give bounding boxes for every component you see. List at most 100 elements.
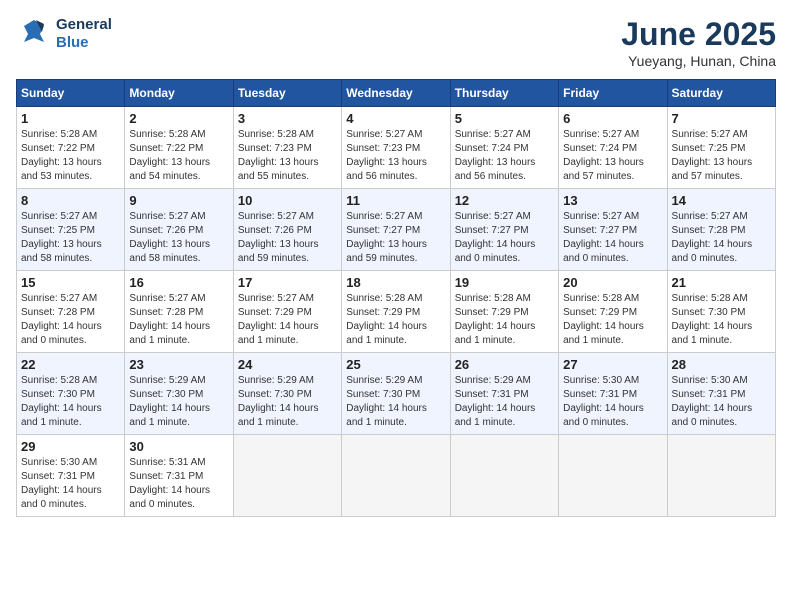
day-number: 20 <box>563 275 662 290</box>
day-number: 25 <box>346 357 445 372</box>
weekday-header-wednesday: Wednesday <box>342 80 450 107</box>
calendar-cell: 3Sunrise: 5:28 AMSunset: 7:23 PMDaylight… <box>233 107 341 189</box>
calendar-week-row-4: 29 Sunrise: 5:30 AMSunset: 7:31 PMDayligh… <box>17 435 776 517</box>
calendar-header-row: SundayMondayTuesdayWednesdayThursdayFrid… <box>17 80 776 107</box>
weekday-header-sunday: Sunday <box>17 80 125 107</box>
day-number: 30 <box>129 439 228 454</box>
day-info: Sunrise: 5:28 AMSunset: 7:29 PMDaylight:… <box>455 292 554 348</box>
day-info: Sunrise: 5:28 AMSunset: 7:29 PMDaylight:… <box>346 292 445 348</box>
logo: General Blue <box>16 16 112 52</box>
calendar-cell: 22Sunrise: 5:28 AMSunset: 7:30 PMDayligh… <box>17 353 125 435</box>
day-info: Sunrise: 5:28 AMSunset: 7:30 PMDaylight:… <box>672 292 771 348</box>
day-info: Sunrise: 5:27 AMSunset: 7:25 PMDaylight:… <box>672 128 771 184</box>
weekday-header-thursday: Thursday <box>450 80 558 107</box>
day-info: Sunrise: 5:27 AMSunset: 7:27 PMDaylight:… <box>455 210 554 266</box>
day-number: 8 <box>21 193 120 208</box>
calendar-cell: 26 Sunrise: 5:29 AMSunset: 7:31 PMDayligh… <box>450 353 558 435</box>
day-info: Sunrise: 5:28 AMSunset: 7:30 PMDaylight:… <box>21 374 120 430</box>
day-number: 19 <box>455 275 554 290</box>
calendar-cell <box>667 435 775 517</box>
calendar-cell: 6 Sunrise: 5:27 AMSunset: 7:24 PMDaylight… <box>559 107 667 189</box>
calendar-cell: 16 Sunrise: 5:27 AMSunset: 7:28 PMDayligh… <box>125 271 233 353</box>
logo-bird-icon <box>16 16 52 52</box>
day-number: 24 <box>238 357 337 372</box>
day-info: Sunrise: 5:29 AMSunset: 7:30 PMDaylight:… <box>129 374 228 430</box>
day-number: 7 <box>672 111 771 126</box>
day-info: Sunrise: 5:27 AMSunset: 7:29 PMDaylight:… <box>238 292 337 348</box>
calendar-cell: 14Sunrise: 5:27 AMSunset: 7:28 PMDayligh… <box>667 189 775 271</box>
day-number: 2 <box>129 111 228 126</box>
calendar-cell: 2Sunrise: 5:28 AMSunset: 7:22 PMDaylight… <box>125 107 233 189</box>
day-number: 16 <box>129 275 228 290</box>
day-info: Sunrise: 5:28 AMSunset: 7:29 PMDaylight:… <box>563 292 662 348</box>
day-number: 6 <box>563 111 662 126</box>
calendar-cell: 24 Sunrise: 5:29 AMSunset: 7:30 PMDayligh… <box>233 353 341 435</box>
day-number: 17 <box>238 275 337 290</box>
day-number: 23 <box>129 357 228 372</box>
calendar-week-row-0: 1 Sunrise: 5:28 AMSunset: 7:22 PMDaylight… <box>17 107 776 189</box>
day-info: Sunrise: 5:27 AMSunset: 7:24 PMDaylight:… <box>455 128 554 184</box>
calendar-cell: 28Sunrise: 5:30 AMSunset: 7:31 PMDayligh… <box>667 353 775 435</box>
calendar-cell: 5 Sunrise: 5:27 AMSunset: 7:24 PMDaylight… <box>450 107 558 189</box>
calendar-cell: 23 Sunrise: 5:29 AMSunset: 7:30 PMDayligh… <box>125 353 233 435</box>
day-number: 18 <box>346 275 445 290</box>
calendar-cell: 11 Sunrise: 5:27 AMSunset: 7:27 PMDayligh… <box>342 189 450 271</box>
day-number: 28 <box>672 357 771 372</box>
day-info: Sunrise: 5:27 AMSunset: 7:24 PMDaylight:… <box>563 128 662 184</box>
day-number: 27 <box>563 357 662 372</box>
calendar-cell: 9 Sunrise: 5:27 AMSunset: 7:26 PMDaylight… <box>125 189 233 271</box>
calendar-cell: 20 Sunrise: 5:28 AMSunset: 7:29 PMDayligh… <box>559 271 667 353</box>
day-number: 12 <box>455 193 554 208</box>
calendar-cell: 10 Sunrise: 5:27 AMSunset: 7:26 PMDayligh… <box>233 189 341 271</box>
calendar-week-row-2: 15 Sunrise: 5:27 AMSunset: 7:28 PMDayligh… <box>17 271 776 353</box>
day-number: 4 <box>346 111 445 126</box>
title-block: June 2025 Yueyang, Hunan, China <box>621 16 776 69</box>
calendar-cell: 25 Sunrise: 5:29 AMSunset: 7:30 PMDayligh… <box>342 353 450 435</box>
day-info: Sunrise: 5:31 AMSunset: 7:31 PMDaylight:… <box>129 456 228 512</box>
day-info: Sunrise: 5:27 AMSunset: 7:26 PMDaylight:… <box>129 210 228 266</box>
logo-general: General <box>56 16 112 34</box>
calendar-week-row-1: 8 Sunrise: 5:27 AMSunset: 7:25 PMDaylight… <box>17 189 776 271</box>
calendar-cell <box>450 435 558 517</box>
day-info: Sunrise: 5:27 AMSunset: 7:26 PMDaylight:… <box>238 210 337 266</box>
calendar-cell: 1 Sunrise: 5:28 AMSunset: 7:22 PMDaylight… <box>17 107 125 189</box>
day-number: 1 <box>21 111 120 126</box>
day-number: 26 <box>455 357 554 372</box>
location: Yueyang, Hunan, China <box>621 53 776 69</box>
calendar-cell: 7 Sunrise: 5:27 AMSunset: 7:25 PMDaylight… <box>667 107 775 189</box>
weekday-header-monday: Monday <box>125 80 233 107</box>
month-title: June 2025 <box>621 16 776 53</box>
calendar-cell: 30 Sunrise: 5:31 AMSunset: 7:31 PMDayligh… <box>125 435 233 517</box>
calendar-week-row-3: 22Sunrise: 5:28 AMSunset: 7:30 PMDayligh… <box>17 353 776 435</box>
day-info: Sunrise: 5:27 AMSunset: 7:28 PMDaylight:… <box>21 292 120 348</box>
day-info: Sunrise: 5:27 AMSunset: 7:23 PMDaylight:… <box>346 128 445 184</box>
day-info: Sunrise: 5:27 AMSunset: 7:25 PMDaylight:… <box>21 210 120 266</box>
weekday-header-tuesday: Tuesday <box>233 80 341 107</box>
day-number: 10 <box>238 193 337 208</box>
calendar-cell <box>559 435 667 517</box>
day-info: Sunrise: 5:27 AMSunset: 7:28 PMDaylight:… <box>129 292 228 348</box>
day-number: 9 <box>129 193 228 208</box>
day-info: Sunrise: 5:30 AMSunset: 7:31 PMDaylight:… <box>21 456 120 512</box>
day-number: 29 <box>21 439 120 454</box>
calendar-cell <box>233 435 341 517</box>
day-info: Sunrise: 5:29 AMSunset: 7:30 PMDaylight:… <box>346 374 445 430</box>
day-number: 13 <box>563 193 662 208</box>
logo-blue: Blue <box>56 34 112 52</box>
day-number: 5 <box>455 111 554 126</box>
weekday-header-saturday: Saturday <box>667 80 775 107</box>
day-number: 11 <box>346 193 445 208</box>
day-info: Sunrise: 5:27 AMSunset: 7:27 PMDaylight:… <box>346 210 445 266</box>
day-number: 15 <box>21 275 120 290</box>
calendar-cell: 17 Sunrise: 5:27 AMSunset: 7:29 PMDayligh… <box>233 271 341 353</box>
calendar-cell: 21Sunrise: 5:28 AMSunset: 7:30 PMDayligh… <box>667 271 775 353</box>
calendar-cell: 13Sunrise: 5:27 AMSunset: 7:27 PMDayligh… <box>559 189 667 271</box>
calendar-cell: 12 Sunrise: 5:27 AMSunset: 7:27 PMDayligh… <box>450 189 558 271</box>
calendar-cell: 29 Sunrise: 5:30 AMSunset: 7:31 PMDayligh… <box>17 435 125 517</box>
day-number: 14 <box>672 193 771 208</box>
day-info: Sunrise: 5:29 AMSunset: 7:31 PMDaylight:… <box>455 374 554 430</box>
calendar-cell: 15 Sunrise: 5:27 AMSunset: 7:28 PMDayligh… <box>17 271 125 353</box>
day-info: Sunrise: 5:28 AMSunset: 7:22 PMDaylight:… <box>21 128 120 184</box>
calendar-cell: 19 Sunrise: 5:28 AMSunset: 7:29 PMDayligh… <box>450 271 558 353</box>
day-info: Sunrise: 5:29 AMSunset: 7:30 PMDaylight:… <box>238 374 337 430</box>
